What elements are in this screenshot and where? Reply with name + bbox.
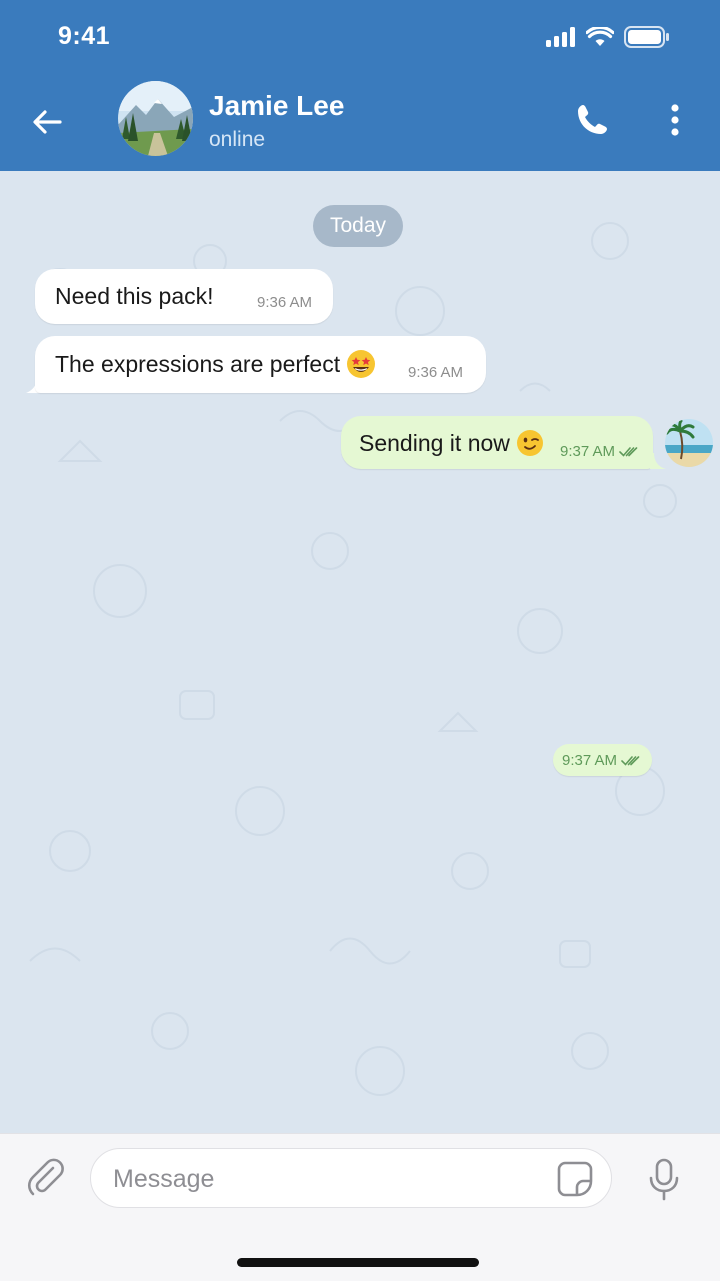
message-text-content: The expressions are perfect [55,351,341,377]
sticker-icon[interactable] [555,1159,595,1199]
status-time: 9:41 [58,22,111,50]
message-text: Need this pack! [55,283,214,309]
double-check-icon [621,756,640,766]
message-input[interactable] [111,1161,535,1197]
message-input-container[interactable] [90,1148,612,1208]
message-text: Sending it now [359,429,544,457]
phone-icon[interactable] [572,100,612,140]
incoming-message[interactable]: Need this pack! 9:36 AM [35,269,333,324]
contact-status: online [209,128,266,151]
outgoing-message[interactable]: 9:37 AM [553,744,652,776]
message-time-text: 9:37 AM [560,443,616,460]
message-time: 9:36 AM [408,364,464,381]
message-text: The expressions are perfect [55,349,376,379]
message-text-content: Sending it now [359,430,510,456]
battery-icon [624,26,669,48]
message-composer [0,1133,720,1281]
date-chip: Today [313,205,403,247]
chat-area[interactable]: Today Need this pack! 9:36 AM The expres… [0,171,720,1133]
user-avatar[interactable] [665,419,713,467]
message-time: 9:36 AM [257,294,313,311]
incoming-message[interactable]: The expressions are perfect 9:36 AM [35,336,486,393]
message-time: 9:37 AM [560,443,639,460]
wifi-icon [586,27,614,46]
home-indicator [237,1258,479,1267]
chat-header: 9:41 Jamie Lee online [0,0,720,171]
star-struck-emoji [347,349,376,378]
winking-face-emoji [516,429,543,456]
signal-icon [546,27,575,47]
double-check-icon [619,447,638,457]
more-vertical-icon[interactable] [660,100,690,140]
beach-palm-avatar-image [665,419,713,467]
bubble-tail [650,453,666,469]
mountain-landscape-avatar-image [118,81,193,156]
message-time-text: 9:37 AM [562,752,618,769]
microphone-icon[interactable] [642,1156,686,1204]
contact-name[interactable]: Jamie Lee [209,90,344,122]
outgoing-message[interactable]: Sending it now 9:37 AM [341,416,653,469]
back-arrow-icon[interactable] [26,100,70,144]
status-icons [546,26,670,48]
contact-avatar[interactable] [118,81,193,156]
paperclip-icon[interactable] [26,1156,70,1200]
message-time: 9:37 AM [562,752,641,769]
